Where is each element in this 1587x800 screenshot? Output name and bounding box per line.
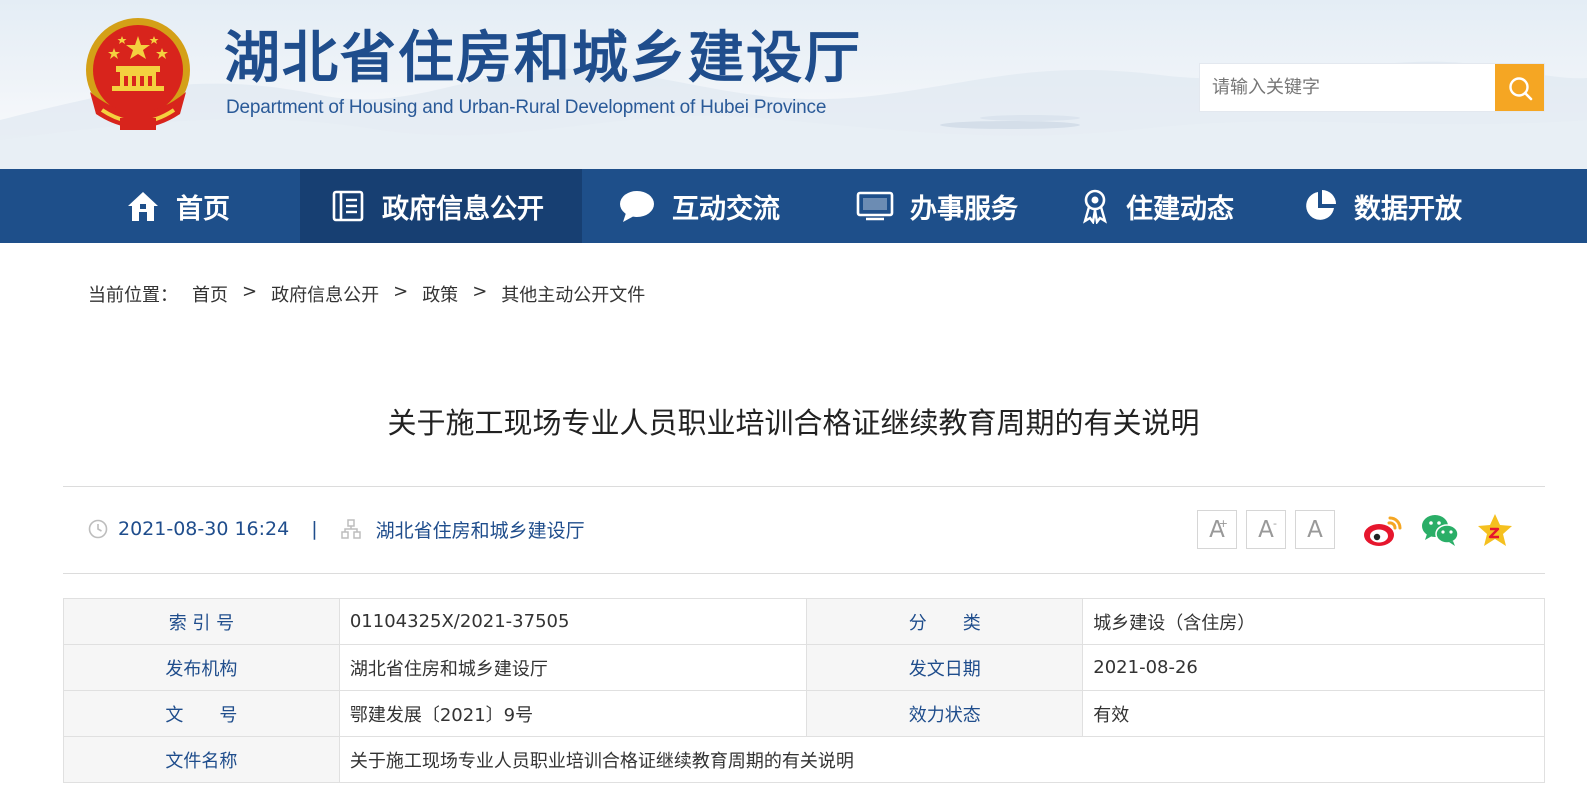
nav-label: 办事服务 xyxy=(910,193,1018,225)
issuing-agency-label: 发布机构 xyxy=(63,644,340,691)
breadcrumb: 当前位置： 首页 > 政府信息公开 > 政策 > 其他主动公开文件 xyxy=(88,281,645,307)
nav-item-open-data[interactable]: 数据开放 xyxy=(1298,169,1538,243)
font-reset-label: A xyxy=(1307,516,1323,543)
nav-label: 首页 xyxy=(176,193,230,225)
clock-icon xyxy=(88,519,108,539)
nav-item-home[interactable]: 首页 xyxy=(96,169,300,243)
validity-status-label: 效力状态 xyxy=(806,690,1084,737)
weibo-icon[interactable] xyxy=(1362,512,1404,548)
nav-label: 住建动态 xyxy=(1126,193,1234,225)
publish-datetime: 2021-08-30 16:24 xyxy=(118,518,290,540)
site-header: 湖北省住房和城乡建设厅 Department of Housing and Ur… xyxy=(0,0,1587,169)
divider xyxy=(63,486,1545,487)
file-name-label: 文件名称 xyxy=(63,736,340,783)
table-row: 索 引 号 01104325X/2021-37505 分 类 城乡建设（含住房） xyxy=(63,598,1545,645)
table-row: 发布机构 湖北省住房和城乡建设厅 发文日期 2021-08-26 xyxy=(63,644,1545,691)
favorite-star-icon[interactable] xyxy=(1476,512,1514,548)
font-increase-button[interactable]: A + xyxy=(1197,510,1237,549)
breadcrumb-policy[interactable]: 政策 xyxy=(422,281,458,307)
nav-item-gov-info[interactable]: 政府信息公开 xyxy=(300,169,582,243)
search-icon xyxy=(1508,76,1532,100)
nav-label: 互动交流 xyxy=(672,193,780,225)
font-decrease-mark: - xyxy=(1273,517,1277,530)
share-bar xyxy=(1362,512,1530,548)
site-subtitle: Department of Housing and Urban-Rural De… xyxy=(226,97,827,118)
article-title: 关于施工现场专业人员职业培训合格证继续教育周期的有关说明 xyxy=(387,406,1200,440)
file-name-value: 关于施工现场专业人员职业培训合格证继续教育周期的有关说明 xyxy=(338,736,1546,783)
wechat-icon[interactable] xyxy=(1420,512,1460,548)
breadcrumb-gov-info[interactable]: 政府信息公开 xyxy=(271,281,379,307)
font-decrease-label: A xyxy=(1258,516,1274,543)
breadcrumb-separator: > xyxy=(472,281,488,302)
nav-label: 数据开放 xyxy=(1354,193,1462,225)
award-ribbon-icon xyxy=(1080,188,1110,224)
index-number-label: 索 引 号 xyxy=(63,598,340,645)
document-info-table: 索 引 号 01104325X/2021-37505 分 类 城乡建设（含住房）… xyxy=(63,598,1546,783)
document-number-value: 鄂建发展〔2021〕9号 xyxy=(338,690,808,737)
document-list-icon xyxy=(330,189,366,223)
nav-item-news[interactable]: 住建动态 xyxy=(1062,169,1298,243)
nav-label: 政府信息公开 xyxy=(382,193,544,225)
issue-date-label: 发文日期 xyxy=(806,644,1084,691)
issuing-agency-value: 湖北省住房和城乡建设厅 xyxy=(338,644,808,691)
article-tools: A + A- A xyxy=(1197,510,1530,549)
font-decrease-button[interactable]: A- xyxy=(1246,510,1286,549)
site-title: 湖北省住房和城乡建设厅 xyxy=(224,25,862,91)
table-row: 文件名称 关于施工现场专业人员职业培训合格证继续教育周期的有关说明 xyxy=(63,736,1546,783)
monitor-icon xyxy=(856,190,894,222)
breadcrumb-separator: > xyxy=(393,281,409,302)
pie-chart-icon xyxy=(1302,188,1338,224)
search-button[interactable] xyxy=(1495,64,1544,111)
index-number-value: 01104325X/2021-37505 xyxy=(338,598,808,645)
organization-icon xyxy=(340,518,362,540)
category-label: 分 类 xyxy=(806,598,1084,645)
breadcrumb-other-files[interactable]: 其他主动公开文件 xyxy=(501,281,645,307)
breadcrumb-prefix: 当前位置： xyxy=(88,285,178,306)
article-meta: 2021-08-30 16:24 | 湖北省住房和城乡建设厅 xyxy=(88,514,585,544)
divider xyxy=(63,573,1545,574)
category-value: 城乡建设（含住房） xyxy=(1082,598,1545,645)
breadcrumb-home[interactable]: 首页 xyxy=(192,281,228,307)
publisher-name: 湖北省住房和城乡建设厅 xyxy=(375,519,585,542)
font-increase-mark: + xyxy=(1218,517,1228,530)
breadcrumb-separator: > xyxy=(242,281,258,302)
table-row: 文 号 鄂建发展〔2021〕9号 效力状态 有效 xyxy=(63,690,1545,737)
meta-divider: | xyxy=(311,518,318,540)
nav-item-interaction[interactable]: 互动交流 xyxy=(582,169,822,243)
home-icon xyxy=(126,189,160,223)
nav-item-services[interactable]: 办事服务 xyxy=(822,169,1062,243)
search-box xyxy=(1199,63,1545,112)
font-reset-button[interactable]: A xyxy=(1295,510,1335,549)
main-nav: 首页 政府信息公开 互动交流 办事服务 住建动态 数据开放 xyxy=(0,169,1587,243)
issue-date-value: 2021-08-26 xyxy=(1082,644,1545,691)
validity-status-value: 有效 xyxy=(1082,690,1545,737)
document-number-label: 文 号 xyxy=(63,690,340,737)
national-emblem-icon xyxy=(86,18,190,130)
chat-bubble-icon xyxy=(618,189,656,223)
search-input[interactable] xyxy=(1200,64,1495,111)
